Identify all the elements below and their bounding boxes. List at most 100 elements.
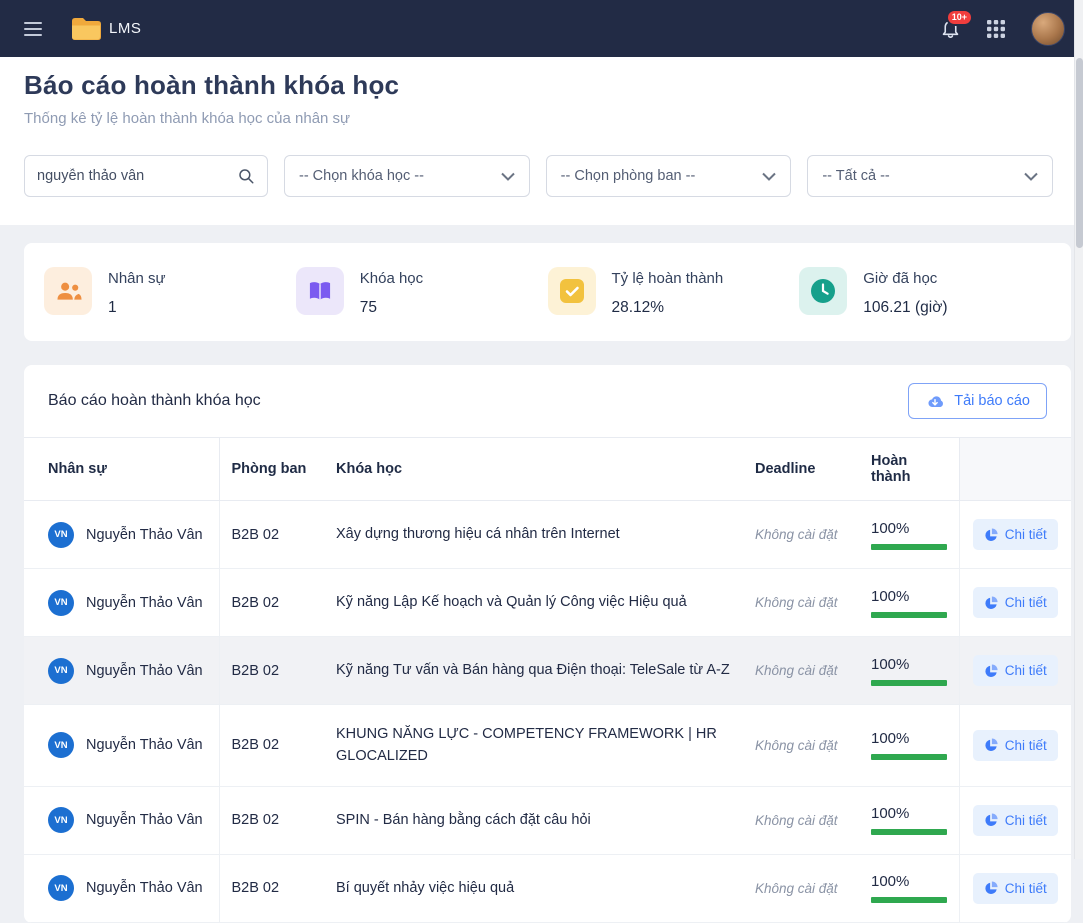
staff-name: Nguyễn Thảo Vân (86, 880, 203, 896)
people-icon (44, 267, 92, 315)
department-select[interactable]: -- Chọn phòng ban -- (546, 155, 792, 197)
report-table: Nhân sự Phòng ban Khóa học Deadline Hoàn… (24, 437, 1071, 923)
deadline-cell: Không cài đặt (743, 637, 859, 705)
staff-name: Nguyễn Thảo Vân (86, 527, 203, 543)
detail-button[interactable]: Chi tiết (973, 655, 1058, 686)
completion-percent: 100% (871, 656, 947, 673)
course-cell: KHUNG NĂNG LỰC - COMPETENCY FRAMEWORK | … (324, 705, 743, 787)
detail-button[interactable]: Chi tiết (973, 519, 1058, 550)
department-cell: B2B 02 (219, 569, 324, 637)
col-course: Khóa học (324, 438, 743, 501)
col-department: Phòng ban (219, 438, 324, 501)
completion-cell: 100% (859, 569, 959, 637)
chevron-down-icon (1024, 172, 1038, 181)
stat-completion-rate: Tỷ lệ hoàn thành 28.12% (548, 267, 800, 317)
deadline-cell: Không cài đặt (743, 569, 859, 637)
brand[interactable]: LMS (70, 16, 141, 42)
pie-chart-icon (984, 596, 998, 610)
detail-button[interactable]: Chi tiết (973, 805, 1058, 836)
status-select-value: -- Tất cả -- (822, 168, 889, 184)
table-row: VN Nguyễn Thảo Vân B2B 02 Xây dựng thương… (24, 501, 1071, 569)
col-completion: Hoàn thành (859, 438, 959, 501)
search-box (24, 155, 268, 197)
book-icon (296, 267, 344, 315)
table-row: VNNguyễn Thảo Vân B2B 02 Bí quyết nhảy v… (24, 854, 1071, 922)
completion-percent: 100% (871, 730, 947, 747)
staff-avatar: VN (48, 522, 74, 548)
completion-percent: 100% (871, 520, 947, 537)
deadline-cell: Không cài đặt (743, 854, 859, 922)
stat-value: 75 (360, 299, 423, 317)
staff-avatar: VN (48, 807, 74, 833)
pie-chart-icon (984, 738, 998, 752)
table-row: VNNguyễn Thảo Vân B2B 02 SPIN - Bán hàng… (24, 786, 1071, 854)
stat-label: Giờ đã học (863, 270, 947, 287)
download-report-button[interactable]: Tải báo cáo (908, 383, 1047, 419)
page-scrollbar[interactable] (1074, 0, 1083, 859)
completion-cell: 100% (859, 854, 959, 922)
completion-cell: 100% (859, 501, 959, 569)
search-icon[interactable] (237, 167, 255, 185)
detail-button[interactable]: Chi tiết (973, 873, 1058, 904)
course-cell: Xây dựng thương hiệu cá nhân trên Intern… (324, 501, 743, 569)
cloud-download-icon (925, 394, 945, 409)
pie-chart-icon (984, 664, 998, 678)
download-report-label: Tải báo cáo (954, 393, 1030, 409)
completion-cell: 100% (859, 637, 959, 705)
table-row: VN Nguyễn Thảo Vân B2B 02 Kỹ năng Lập Kế … (24, 569, 1071, 637)
detail-button[interactable]: Chi tiết (973, 730, 1058, 761)
completion-cell: 100% (859, 705, 959, 787)
card-title: Báo cáo hoàn thành khóa học (48, 392, 261, 410)
staff-avatar: VN (48, 732, 74, 758)
detail-button-label: Chi tiết (1005, 881, 1047, 896)
department-cell: B2B 02 (219, 786, 324, 854)
progress-bar (871, 680, 947, 686)
menu-toggle-button[interactable] (22, 18, 44, 40)
course-cell: Bí quyết nhảy việc hiệu quả (324, 854, 743, 922)
pie-chart-icon (984, 528, 998, 542)
progress-bar (871, 612, 947, 618)
status-select[interactable]: -- Tất cả -- (807, 155, 1053, 197)
staff-avatar: VN (48, 875, 74, 901)
detail-button-label: Chi tiết (1005, 595, 1047, 610)
department-cell: B2B 02 (219, 501, 324, 569)
col-staff: Nhân sự (24, 438, 219, 501)
filter-bar: -- Chọn khóa học -- -- Chọn phòng ban --… (24, 155, 1059, 197)
deadline-cell: Không cài đặt (743, 786, 859, 854)
page-title: Báo cáo hoàn thành khóa học (24, 70, 1059, 101)
scrollbar-thumb[interactable] (1076, 58, 1083, 248)
progress-bar (871, 897, 947, 903)
user-avatar[interactable] (1031, 12, 1065, 46)
table-header-row: Nhân sự Phòng ban Khóa học Deadline Hoàn… (24, 438, 1071, 501)
staff-avatar: VN (48, 590, 74, 616)
course-cell: Kỹ năng Lập Kế hoạch và Quản lý Công việ… (324, 569, 743, 637)
detail-button-label: Chi tiết (1005, 527, 1047, 542)
detail-button[interactable]: Chi tiết (973, 587, 1058, 618)
pie-chart-icon (984, 881, 998, 895)
course-select-value: -- Chọn khóa học -- (299, 168, 424, 184)
staff-name: Nguyễn Thảo Vân (86, 595, 203, 611)
search-input[interactable] (37, 168, 237, 184)
stat-value: 1 (108, 299, 166, 317)
notifications-button[interactable]: 10+ (940, 17, 961, 40)
stats-card: Nhân sự 1 Khóa học 75 Tỷ lệ hoàn thành 2… (24, 243, 1071, 341)
course-select[interactable]: -- Chọn khóa học -- (284, 155, 530, 197)
chevron-down-icon (762, 172, 776, 181)
pie-chart-icon (984, 813, 998, 827)
stat-value: 28.12% (612, 299, 724, 317)
stat-hours: Giờ đã học 106.21 (giờ) (799, 267, 1051, 317)
check-square-icon (548, 267, 596, 315)
chevron-down-icon (501, 172, 515, 181)
col-deadline: Deadline (743, 438, 859, 501)
stat-label: Tỷ lệ hoàn thành (612, 270, 724, 287)
col-actions (959, 438, 1071, 501)
detail-button-label: Chi tiết (1005, 813, 1047, 828)
department-cell: B2B 02 (219, 705, 324, 787)
apps-menu-button[interactable] (987, 20, 1005, 38)
page-subtitle: Thống kê tỷ lệ hoàn thành khóa học của n… (24, 110, 1059, 127)
progress-bar (871, 829, 947, 835)
course-cell: Kỹ năng Tư vấn và Bán hàng qua Điện thoạ… (324, 637, 743, 705)
report-card: Báo cáo hoàn thành khóa học Tải báo cáo … (24, 365, 1071, 923)
completion-percent: 100% (871, 873, 947, 890)
course-cell: SPIN - Bán hàng bằng cách đặt câu hỏi (324, 786, 743, 854)
